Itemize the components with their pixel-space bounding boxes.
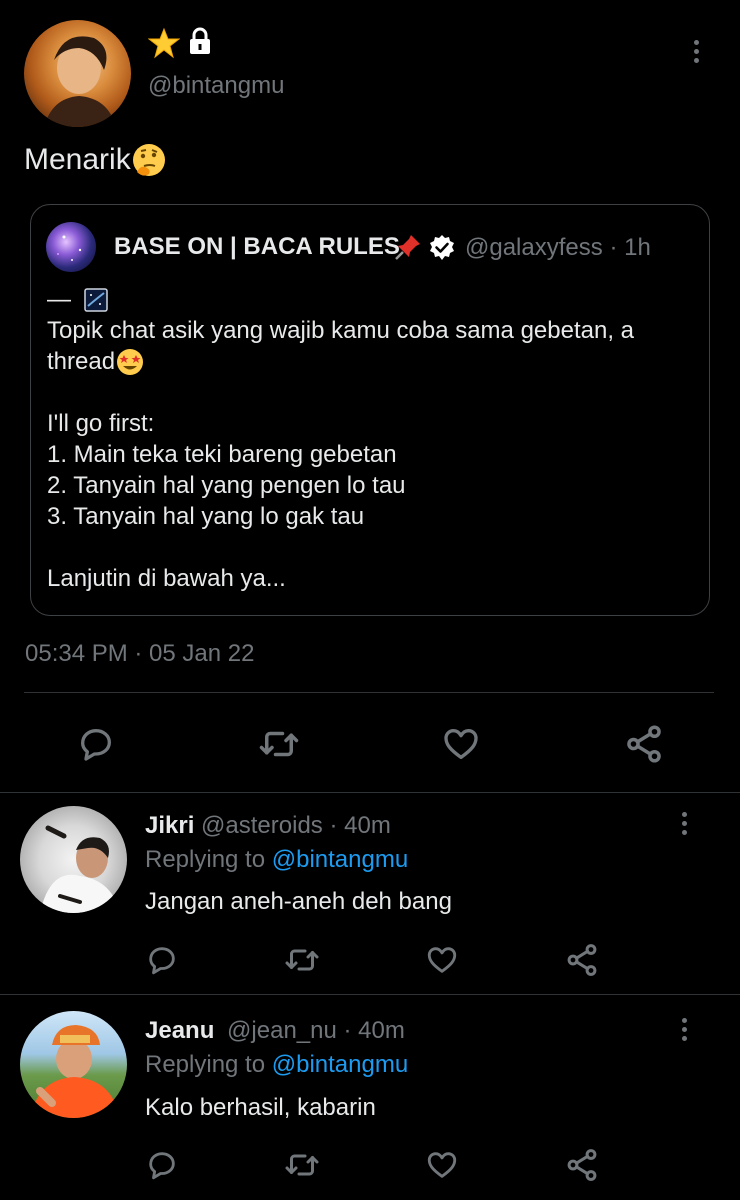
verified-badge-icon [428, 234, 456, 262]
reply-button[interactable] [142, 940, 182, 980]
reply-author-handle[interactable]: @asteroids [201, 812, 323, 839]
share-icon [567, 1149, 597, 1181]
author-handle[interactable]: @bintangmu [148, 72, 284, 100]
quoted-author-name-row: BASE ON | BACA RULES [114, 233, 400, 261]
tweet-text: Menarik [24, 142, 167, 180]
night-sky-emoji [83, 285, 108, 316]
quoted-tweet-time: · 1h [609, 234, 651, 261]
replying-to-link[interactable]: @bintangmu [272, 846, 408, 873]
pushpin-emoji [393, 232, 423, 262]
author-avatar[interactable] [24, 20, 131, 127]
heart-icon [427, 1152, 457, 1178]
retweet-icon [285, 949, 319, 971]
reply-author-name[interactable]: Jeanu [145, 1017, 214, 1044]
share-button[interactable] [620, 720, 668, 768]
reply-author-name[interactable]: Jikri [145, 812, 194, 839]
lock-icon [186, 26, 214, 56]
more-options-icon[interactable] [684, 31, 708, 71]
quoted-line: 3. Tanyain hal yang lo gak tau [47, 503, 365, 530]
share-icon [627, 725, 661, 763]
like-button[interactable] [437, 720, 485, 768]
reply-button[interactable] [142, 1145, 182, 1185]
heart-icon [427, 947, 457, 973]
star-struck-emoji [115, 347, 145, 379]
retweet-button[interactable] [282, 940, 322, 980]
quoted-tweet-body: — Topik chat asik yang wajib kamu coba s… [47, 284, 697, 594]
reply-header: Jikri @asteroids · 40m [145, 812, 391, 840]
divider [0, 792, 740, 793]
retweet-icon [285, 1154, 319, 1176]
replying-to: Replying to @bintangmu [145, 846, 409, 873]
reply-text: Jangan aneh-aneh deh bang [145, 888, 452, 915]
reply-avatar[interactable] [20, 1011, 127, 1118]
share-button[interactable] [562, 940, 602, 980]
reply-time: · 40m [329, 812, 391, 839]
quoted-line: 1. Main teka teki bareng gebetan [47, 441, 397, 468]
quoted-line-dash: — [47, 284, 697, 315]
quoted-line: Lanjutin di bawah ya... [47, 565, 286, 592]
more-options-icon[interactable] [672, 803, 696, 843]
reply-button[interactable] [72, 720, 120, 768]
share-icon [567, 944, 597, 976]
retweet-button[interactable] [282, 1145, 322, 1185]
more-options-icon[interactable] [672, 1009, 696, 1049]
quoted-author-handle-row: @galaxyfess · 1h [465, 234, 651, 262]
heart-icon [444, 729, 478, 759]
quoted-author-avatar[interactable] [46, 222, 96, 272]
quoted-line-thread: thread [47, 346, 697, 377]
reply-text: Kalo berhasil, kabarin [145, 1094, 376, 1121]
reply-icon [149, 1152, 175, 1180]
retweet-icon [259, 731, 299, 757]
reply-avatar[interactable] [20, 806, 127, 913]
replying-to-link[interactable]: @bintangmu [272, 1051, 408, 1078]
divider [0, 994, 740, 995]
reply-header: Jeanu @jean_nu · 40m [145, 1017, 405, 1045]
quoted-line: Topik chat asik yang wajib kamu coba sam… [47, 317, 635, 344]
retweet-button[interactable] [255, 720, 303, 768]
reply-icon [81, 729, 112, 761]
quoted-author-name[interactable]: BASE ON | BACA RULES [114, 233, 400, 260]
quoted-author-handle[interactable]: @galaxyfess [465, 234, 603, 261]
quoted-line: 2. Tanyain hal yang pengen lo tau [47, 472, 406, 499]
share-button[interactable] [562, 1145, 602, 1185]
reply-icon [149, 947, 175, 975]
tweet-text-content: Menarik [24, 142, 131, 176]
star-emoji [147, 27, 181, 59]
quoted-line: I'll go first: [47, 410, 155, 437]
divider [24, 692, 714, 693]
like-button[interactable] [422, 1145, 462, 1185]
reply-author-handle[interactable]: @jean_nu [227, 1017, 337, 1044]
thinking-face-emoji [131, 142, 167, 180]
replying-to: Replying to @bintangmu [145, 1051, 409, 1078]
reply-time: · 40m [343, 1017, 405, 1044]
tweet-timestamp[interactable]: 05:34 PM · 05 Jan 22 [25, 640, 254, 668]
like-button[interactable] [422, 940, 462, 980]
